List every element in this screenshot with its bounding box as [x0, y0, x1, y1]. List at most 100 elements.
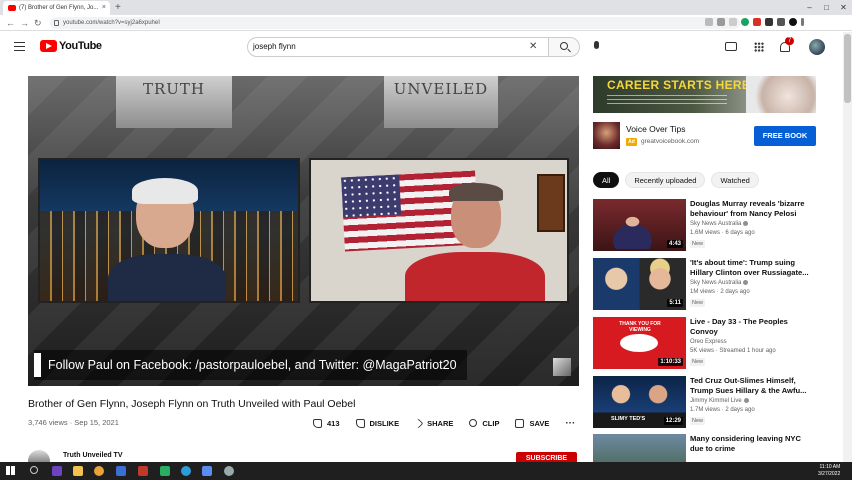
recommendation-stats: 1.7M views · 2 days ago: [690, 407, 755, 413]
new-badge: New: [690, 299, 706, 307]
playlist-add-icon: [515, 418, 525, 428]
create-video-icon[interactable]: [725, 42, 737, 51]
page-scrollbar[interactable]: [843, 32, 852, 462]
video-thumbnail[interactable]: [593, 434, 686, 462]
extension-dark-icon[interactable]: [765, 18, 773, 26]
like-button[interactable]: 413: [313, 418, 340, 428]
recommendation-title[interactable]: Douglas Murray reveals 'bizarre behaviou…: [690, 199, 816, 219]
close-window-button[interactable]: ✕: [835, 0, 852, 15]
apps-grid-icon[interactable]: [754, 42, 764, 52]
share-page-icon[interactable]: [717, 18, 725, 26]
duration-badge: 5:11: [667, 299, 683, 307]
taskbar-app-blue2-icon[interactable]: [202, 466, 212, 476]
scrollbar-thumb[interactable]: [844, 34, 851, 103]
file-explorer-icon[interactable]: [73, 466, 83, 476]
video-player[interactable]: TRUTH UNVEILED Follow Paul on Facebook: …: [28, 76, 579, 386]
recommendation-item[interactable]: 1:10:33 Live - Day 33 - The Peoples Conv…: [593, 317, 816, 372]
youtube-logo[interactable]: YouTube: [40, 40, 102, 52]
browser-toolbar: ← → ↻ youtube.com/watch?v=syj2a6xpuheI: [0, 15, 852, 31]
address-bar[interactable]: youtube.com/watch?v=syj2a6xpuheI: [50, 17, 740, 29]
taskbar-app-blue-icon[interactable]: [116, 466, 126, 476]
notification-count-badge: 7: [785, 37, 794, 45]
back-arrow-icon[interactable]: ←: [6, 16, 15, 30]
forward-arrow-icon[interactable]: →: [20, 16, 29, 30]
taskbar-app-purple-icon[interactable]: [52, 466, 62, 476]
ad-banner[interactable]: CAREER STARTS HERE!: [593, 76, 816, 113]
extension-red-icon[interactable]: [753, 18, 761, 26]
hamburger-menu-icon[interactable]: [14, 42, 25, 54]
youtube-header: YouTube joseph flynn ✕ 7: [0, 32, 852, 62]
scissors-icon: [469, 419, 478, 427]
recommendation-item[interactable]: 4:43 Douglas Murray reveals 'bizarre beh…: [593, 199, 816, 254]
ad-card[interactable]: Voice Over Tips Ad greatvoicebook.com FR…: [593, 120, 816, 152]
clip-button[interactable]: CLIP: [469, 419, 499, 428]
taskbar-app-green-icon[interactable]: [160, 466, 170, 476]
recommendation-title[interactable]: Ted Cruz Out-Slimes Himself, Trump Sues …: [690, 376, 816, 396]
tab-title: (7) Brother of Gen Flynn, Jo...: [19, 5, 99, 11]
tab-close-icon[interactable]: ×: [102, 1, 106, 15]
recommendation-title[interactable]: Live - Day 33 - The Peoples Convoy: [690, 317, 816, 337]
duration-badge: 1:10:33: [658, 358, 683, 366]
window-controls: ‒ □ ✕: [801, 0, 852, 15]
windows-start-icon[interactable]: [6, 466, 15, 475]
ad-banner-fine-print: [607, 95, 727, 107]
ad-banner-image: [746, 76, 816, 113]
video-thumbnail[interactable]: 1:10:33: [593, 317, 686, 369]
recommendation-stats: 5K views · Streamed 1 hour ago: [690, 348, 776, 354]
taskbar-app-red-icon[interactable]: [138, 466, 148, 476]
video-views-date: 3,746 views · Sep 15, 2021: [28, 418, 119, 427]
recommendation-item[interactable]: Many considering leaving NYC due to crim…: [593, 434, 816, 462]
logo-wordmark: YouTube: [59, 40, 102, 52]
save-button[interactable]: SAVE: [515, 418, 549, 428]
search-button[interactable]: [548, 37, 580, 57]
share-button[interactable]: SHARE: [413, 418, 453, 428]
edge-taskbar-icon[interactable]: [181, 466, 191, 476]
duration-badge: 12:29: [663, 417, 683, 425]
maximize-button[interactable]: □: [818, 0, 835, 15]
video-thumbnail[interactable]: 12:29: [593, 376, 686, 428]
clock-time: 11:10 AM: [819, 464, 841, 470]
extension-icons: [705, 18, 804, 26]
account-avatar[interactable]: [809, 39, 825, 55]
extension-green-icon[interactable]: [741, 18, 749, 26]
recommendation-channel: Sky News Australia: [690, 280, 749, 286]
chip-recently-uploaded[interactable]: Recently uploaded: [625, 172, 706, 188]
dislike-button[interactable]: DISLIKE: [355, 418, 399, 428]
lock-icon: [54, 20, 59, 26]
chip-watched[interactable]: Watched: [711, 172, 759, 188]
youtube-play-icon: [40, 40, 57, 52]
taskbar-app-grey-icon[interactable]: [224, 466, 234, 476]
microphone-icon[interactable]: [592, 41, 600, 53]
clear-search-icon[interactable]: ✕: [529, 41, 537, 53]
recommendation-title[interactable]: 'It's about time': Trump suing Hillary C…: [690, 258, 816, 278]
recommendation-item[interactable]: 12:29 Ted Cruz Out-Slimes Himself, Trump…: [593, 376, 816, 431]
minimize-button[interactable]: ‒: [801, 0, 818, 15]
new-tab-button[interactable]: +: [115, 1, 121, 14]
video-thumbnail[interactable]: 5:11: [593, 258, 686, 310]
chrome-taskbar-icon[interactable]: [94, 466, 104, 476]
channel-avatar[interactable]: [28, 450, 50, 462]
recommendation-item[interactable]: 5:11 'It's about time': Trump suing Hill…: [593, 258, 816, 313]
new-badge: New: [690, 358, 706, 366]
recommendation-stats: 1M views · 2 days ago: [690, 289, 750, 295]
banner-truth: TRUTH: [116, 76, 232, 128]
browser-menu-icon[interactable]: [801, 18, 804, 26]
system-clock[interactable]: 11:10 AM 3/27/2022: [818, 464, 840, 478]
reload-icon[interactable]: ↻: [34, 16, 42, 30]
clip-label: CLIP: [482, 418, 500, 428]
search-input[interactable]: joseph flynn: [247, 37, 549, 57]
free-book-button[interactable]: FREE BOOK: [754, 126, 816, 146]
ad-badge: Ad: [626, 138, 637, 146]
bookmark-star-icon[interactable]: [729, 18, 737, 26]
download-icon[interactable]: [705, 18, 713, 26]
recommendation-title[interactable]: Many considering leaving NYC due to crim…: [690, 434, 816, 454]
chip-all[interactable]: All: [593, 172, 620, 188]
browser-tab[interactable]: (7) Brother of Gen Flynn, Jo... ×: [3, 1, 110, 15]
more-actions-button[interactable]: ···: [565, 418, 575, 429]
thumbs-up-icon: [313, 418, 322, 428]
video-thumbnail[interactable]: 4:43: [593, 199, 686, 251]
profile-icon[interactable]: [789, 18, 797, 26]
channel-name[interactable]: Truth Unveiled TV: [63, 452, 123, 459]
puzzle-icon[interactable]: [777, 18, 785, 26]
taskbar-search-icon[interactable]: [30, 466, 38, 474]
